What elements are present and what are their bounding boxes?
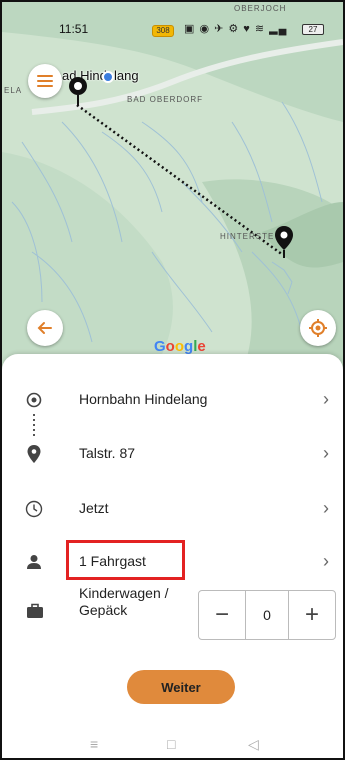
battery-indicator: 27 bbox=[302, 24, 324, 35]
start-pin-icon bbox=[68, 76, 88, 113]
target-icon bbox=[24, 390, 44, 410]
chevron-right-icon: › bbox=[323, 551, 329, 571]
luggage-count: 0 bbox=[245, 591, 289, 639]
map-label-hinterstein: HINTERSTE bbox=[220, 232, 275, 241]
map-label-oberjoch: OBERJOCH bbox=[234, 4, 287, 13]
hamburger-icon bbox=[37, 75, 53, 87]
luggage-label: Kinderwagen / Gepäck bbox=[79, 585, 169, 618]
increment-button[interactable]: + bbox=[289, 591, 335, 639]
chevron-right-icon: › bbox=[323, 389, 329, 409]
luggage-icon bbox=[26, 603, 44, 624]
recent-apps-icon[interactable]: ≡ bbox=[90, 736, 98, 752]
menu-button[interactable] bbox=[28, 64, 62, 98]
status-icons: ▣ ◉ ✈ ⚙ ♥ ≋ ▂▄ bbox=[184, 23, 288, 35]
origin-label: Hornbahn Hindelang bbox=[79, 391, 208, 407]
clock-icon bbox=[24, 499, 44, 519]
chevron-right-icon: › bbox=[323, 498, 329, 518]
arrow-left-icon bbox=[37, 322, 52, 334]
decrement-button[interactable]: − bbox=[199, 591, 245, 639]
current-location-dot bbox=[102, 71, 114, 83]
chevron-right-icon: › bbox=[323, 443, 329, 463]
phone-screen: 11:51 308 ▣ ◉ ✈ ⚙ ♥ ≋ ▂▄ 27 OBERJOCH ELA… bbox=[0, 0, 345, 760]
highlight-box bbox=[66, 540, 185, 580]
time-row[interactable]: Jetzt › bbox=[2, 489, 343, 529]
back-nav-icon[interactable]: ◁ bbox=[248, 736, 259, 753]
destination-pin-icon bbox=[274, 226, 294, 265]
back-button[interactable] bbox=[27, 310, 63, 346]
map-label-ela: ELA bbox=[4, 86, 23, 95]
destination-label: Talstr. 87 bbox=[79, 445, 136, 461]
time-label: Jetzt bbox=[79, 500, 109, 516]
location-pin-icon bbox=[24, 444, 44, 464]
person-icon bbox=[24, 552, 44, 572]
map-label-bad-oberdorf: BAD OBERDORF bbox=[127, 95, 204, 104]
destination-row[interactable]: Talstr. 87 › bbox=[2, 434, 343, 474]
system-nav-bar: ≡ □ ◁ bbox=[2, 732, 343, 758]
origin-row[interactable]: Hornbahn Hindelang › bbox=[2, 380, 343, 420]
home-icon[interactable]: □ bbox=[167, 736, 175, 752]
my-location-button[interactable] bbox=[300, 310, 336, 346]
crosshair-icon bbox=[309, 319, 327, 337]
road-number-badge: 308 bbox=[152, 25, 174, 37]
google-logo: Google bbox=[154, 338, 206, 355]
weiter-button[interactable]: Weiter bbox=[127, 670, 235, 704]
status-bar: 11:51 308 ▣ ◉ ✈ ⚙ ♥ ≋ ▂▄ 27 bbox=[2, 20, 343, 44]
luggage-stepper: − 0 + bbox=[198, 590, 336, 640]
map-view[interactable]: 11:51 308 ▣ ◉ ✈ ⚙ ♥ ≋ ▂▄ 27 OBERJOCH ELA… bbox=[2, 2, 343, 372]
status-time: 11:51 bbox=[59, 22, 89, 36]
